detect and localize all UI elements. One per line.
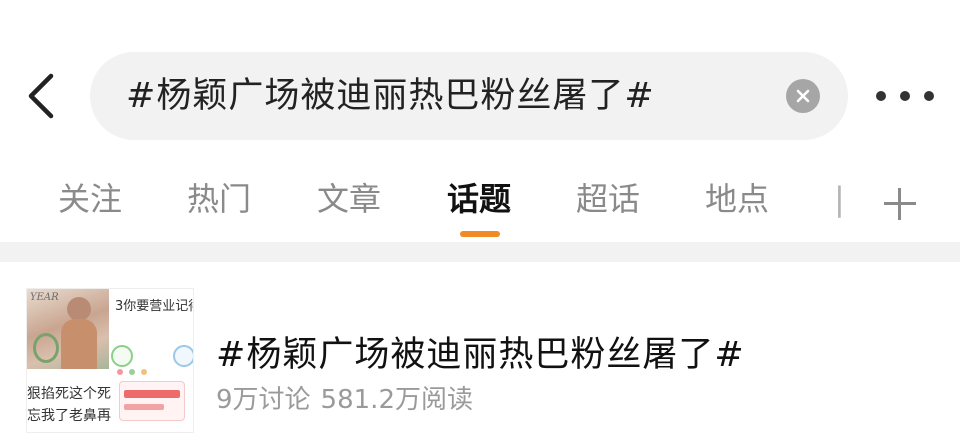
topic-thumbnail: YEAR 3你要营业记得 狠掐死这个死 忘我了老鼻再: [26, 288, 194, 433]
thumbnail-card: [119, 381, 185, 421]
topic-discussion-count: 9万讨论: [216, 385, 311, 415]
topic-read-count: 581.2万阅读: [320, 385, 473, 415]
result-tabs: 关注 热门 文章 话题 超话 地点 |: [0, 160, 960, 242]
search-query-text: #杨颖广场被迪丽热巴粉丝屠了#: [126, 76, 655, 116]
clear-search-button[interactable]: [786, 79, 820, 113]
section-divider: [0, 242, 960, 262]
more-dot-icon: [924, 91, 934, 101]
tab-hot[interactable]: 热门: [187, 174, 251, 224]
tab-places[interactable]: 地点: [705, 174, 769, 224]
topic-stats: 9万讨论 581.2万阅读: [216, 382, 473, 418]
thumbnail-circle-icon: [173, 345, 193, 367]
close-icon: [796, 89, 810, 103]
active-tab-indicator: [460, 231, 500, 237]
tab-overflow-partial[interactable]: |: [834, 174, 842, 224]
chevron-left-icon: [28, 73, 54, 119]
thumbnail-badge: YEAR: [30, 292, 59, 303]
thumbnail-dots: [117, 369, 147, 375]
tab-super-topics[interactable]: 超话: [576, 174, 640, 224]
search-results-page: #杨颖广场被迪丽热巴粉丝屠了# 关注 热门 文章 话题 超话 地点 | YEAR…: [0, 0, 960, 433]
more-dot-icon: [900, 91, 910, 101]
search-header: #杨颖广场被迪丽热巴粉丝屠了#: [0, 0, 960, 160]
thumbnail-circle-icon: [111, 345, 133, 367]
tab-articles[interactable]: 文章: [317, 174, 381, 224]
thumbnail-photo: YEAR: [27, 289, 109, 369]
tab-following[interactable]: 关注: [58, 174, 122, 224]
topic-title: #杨颖广场被迪丽热巴粉丝屠了#: [216, 335, 745, 375]
search-input[interactable]: #杨颖广场被迪丽热巴粉丝屠了#: [90, 52, 848, 140]
tab-topics[interactable]: 话题: [447, 174, 511, 224]
more-dot-icon: [876, 91, 886, 101]
more-options-button[interactable]: [876, 78, 934, 114]
thumbnail-caption: 3你要营业记得: [115, 299, 194, 314]
thumbnail-line: 狠掐死这个死: [27, 386, 111, 402]
add-tab-button[interactable]: [880, 184, 920, 224]
topic-result-item[interactable]: YEAR 3你要营业记得 狠掐死这个死 忘我了老鼻再 #杨颖广场被迪丽热巴粉丝屠…: [0, 262, 960, 433]
back-button[interactable]: [18, 70, 62, 122]
thumbnail-line: 忘我了老鼻再: [27, 408, 111, 424]
